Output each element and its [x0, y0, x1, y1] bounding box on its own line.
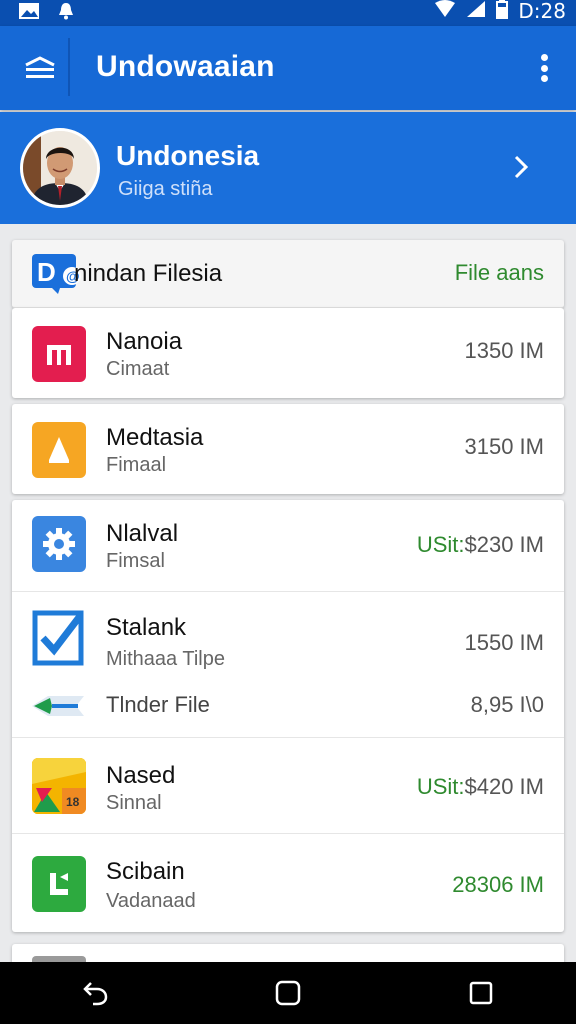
wifi-icon	[434, 0, 456, 23]
back-button[interactable]	[78, 976, 112, 1010]
item-subtitle: Mithaaa Tilpe	[106, 648, 225, 670]
overflow-dot	[540, 75, 548, 82]
app-icon-green	[32, 856, 86, 912]
status-bar: D:28	[0, 0, 576, 26]
profile-name: Undonesia	[116, 140, 260, 171]
item-subtitle: Cimaat	[106, 358, 170, 380]
chevron-right-icon	[514, 155, 529, 179]
file-card: Nanoia Cimaat 1350 IM	[12, 308, 564, 398]
logo-letter: D	[37, 257, 56, 287]
flag-icon	[32, 696, 86, 721]
item-value: USit:$420 IM	[416, 774, 544, 799]
list-item[interactable]: Nanoia Cimaat 1350 IM	[12, 308, 564, 398]
list-item-sub[interactable]: Tlnder File 8,95 I\0	[12, 678, 564, 734]
item-subtitle: Fimsal	[106, 550, 165, 572]
checkbox-icon	[32, 610, 86, 666]
item-title: Nanoia	[106, 328, 183, 355]
item-value: 1550 IM	[464, 630, 545, 655]
image-notification-icon	[18, 2, 40, 25]
home-button[interactable]	[271, 976, 305, 1010]
item-value: 1350 IM	[464, 338, 545, 363]
next-card-peek	[12, 944, 564, 964]
file-card: Nlalval Fimsal USit:$230 IM Stalank Mith…	[12, 500, 564, 932]
recents-button[interactable]	[464, 976, 498, 1010]
app-title: Undowaaian	[96, 50, 275, 83]
home-icon	[275, 980, 301, 1006]
item-subtitle: Vadanaad	[106, 890, 196, 912]
overflow-dot	[540, 64, 548, 72]
overflow-menu-button[interactable]	[534, 50, 554, 86]
item-value: USit:$230 IM	[416, 532, 544, 557]
item-title: Nlalval	[106, 520, 179, 547]
app-bar: Undowaaian	[0, 26, 576, 110]
list-item[interactable]: Nlalval Fimsal USit:$230 IM	[12, 500, 564, 592]
gear-icon	[32, 516, 86, 572]
profile-banner[interactable]: Undonesia Giiga stiña	[0, 112, 576, 224]
menu-icon	[25, 56, 55, 78]
item-title: Stalank	[106, 614, 187, 641]
svg-text:18: 18	[66, 795, 80, 809]
recents-icon	[469, 981, 493, 1005]
bell-notification-icon	[58, 2, 74, 25]
item-title: Tlnder File	[106, 692, 210, 717]
profile-subtitle: Giiga stiña	[118, 178, 213, 200]
avatar	[20, 128, 100, 208]
file-action-link[interactable]: File aans	[455, 260, 544, 286]
overflow-dot	[540, 54, 548, 61]
signal-icon	[466, 0, 486, 23]
list-item[interactable]: Scibain Vadanaad 28306 IM	[12, 834, 564, 932]
item-value: 3150 IM	[464, 434, 545, 459]
item-title: Medtasia	[106, 424, 204, 451]
app-bar-divider	[68, 38, 70, 96]
item-subtitle: Sinnal	[106, 792, 162, 814]
list-item[interactable]: 18 Nased Sinnal USit:$420 IM	[12, 738, 564, 834]
navigation-bar	[0, 962, 576, 1024]
item-value: 8,95 I\0	[470, 692, 544, 717]
list-item-group: Stalank Mithaaa Tilpe 1550 IM Tlnder Fil…	[12, 592, 564, 738]
file-list-header: D @ nindan Filesia File aans	[12, 240, 564, 308]
app-icon-multicolor: 18	[32, 758, 86, 814]
app-icon-yellow	[32, 422, 86, 478]
battery-icon	[496, 0, 509, 24]
status-time: D:28	[518, 0, 566, 23]
item-title: Scibain	[106, 858, 185, 885]
list-title: nindan Filesia	[74, 260, 223, 287]
menu-button[interactable]	[14, 48, 66, 88]
back-icon	[83, 982, 108, 1006]
file-card: Medtasia Fimaal 3150 IM	[12, 404, 564, 494]
item-title: Nased	[106, 762, 176, 789]
app-icon-red	[32, 326, 86, 382]
item-value: 28306 IM	[452, 872, 544, 897]
item-subtitle: Fimaal	[106, 454, 167, 476]
list-item[interactable]: Medtasia Fimaal 3150 IM	[12, 404, 564, 494]
